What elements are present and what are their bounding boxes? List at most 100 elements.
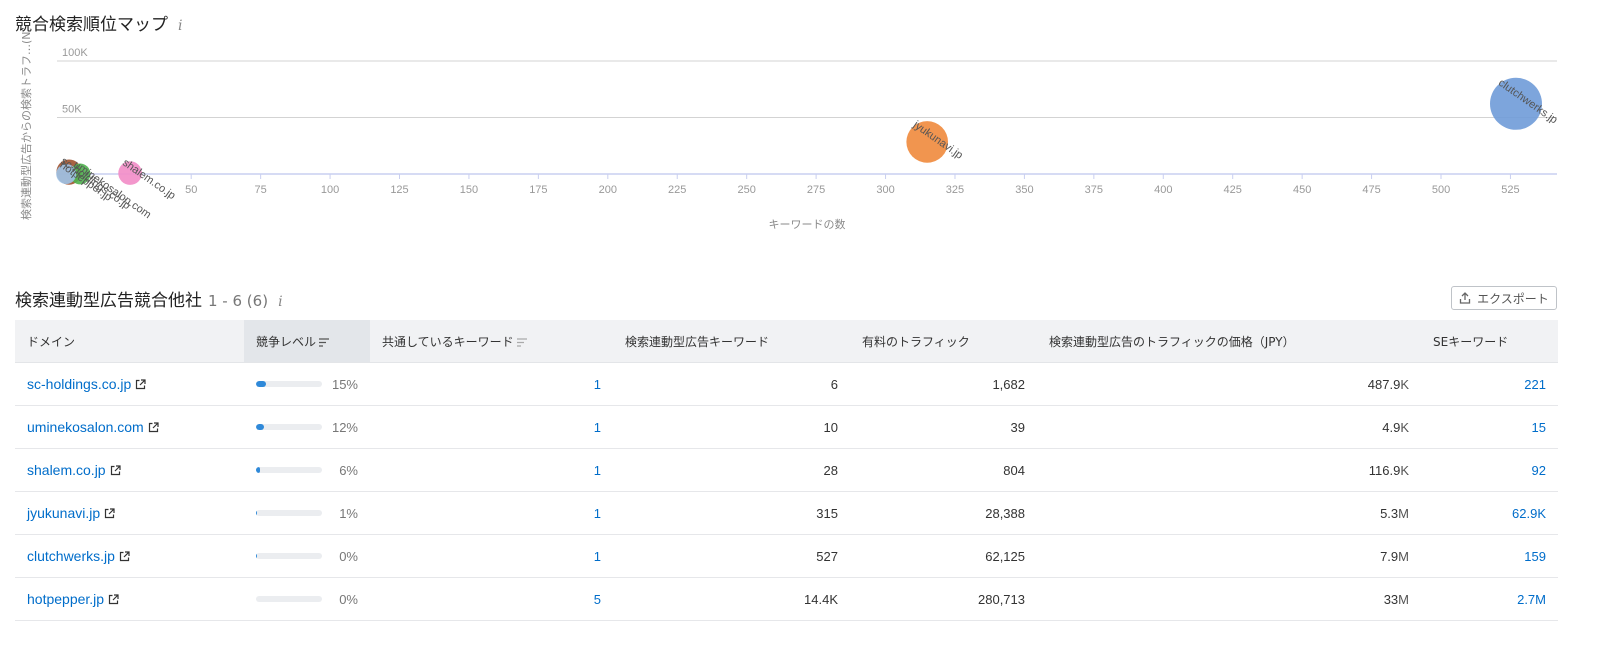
sort-icon <box>516 337 527 347</box>
competition-level-bar <box>256 596 322 602</box>
se-keywords-link[interactable]: 2.7M <box>1517 592 1546 607</box>
x-tick-label: 75 <box>255 184 267 196</box>
competition-level-fill <box>256 510 257 516</box>
competition-level-bar <box>256 510 322 516</box>
export-icon <box>1460 292 1471 304</box>
competition-level-cell: 6% <box>244 448 370 492</box>
common-keywords-link[interactable]: 1 <box>594 549 601 564</box>
competition-level-cell: 1% <box>244 491 370 535</box>
external-link-icon[interactable] <box>135 379 146 390</box>
table-title-text: 検索連動型広告競合他社 <box>15 291 202 311</box>
external-link-icon[interactable] <box>110 465 121 476</box>
se-keywords-link[interactable]: 62.9K <box>1512 506 1546 521</box>
competition-level-text: 1% <box>339 505 358 521</box>
domain-link[interactable]: hotpepper.jp <box>27 591 104 607</box>
table-row: sc-holdings.co.jp 15% 1 6 1,682 487.9K 2… <box>15 362 1558 406</box>
domain-cell: shalem.co.jp <box>15 448 244 492</box>
table-title: 検索連動型広告競合他社 1 - 6 (6) i <box>15 286 283 311</box>
column-header-competition-level[interactable]: 競争レベル <box>244 320 370 363</box>
competition-level-bar <box>256 424 322 430</box>
se-keywords-cell: 221 <box>1421 362 1558 406</box>
domain-link[interactable]: shalem.co.jp <box>27 462 106 478</box>
competition-level-fill <box>256 381 266 387</box>
x-tick-label: 100 <box>321 184 339 196</box>
domain-link[interactable]: jyukunavi.jp <box>27 505 100 521</box>
common-keywords-cell: 1 <box>370 362 613 406</box>
domain-link[interactable]: sc-holdings.co.jp <box>27 376 131 392</box>
domain-link[interactable]: clutchwerks.jp <box>27 548 115 564</box>
traffic-price-cell: 5.3M <box>1037 491 1421 535</box>
common-keywords-link[interactable]: 5 <box>594 592 601 607</box>
paid-traffic-cell: 804 <box>850 448 1037 492</box>
price-value: 7.9 <box>1380 548 1399 564</box>
common-keywords-cell: 1 <box>370 405 613 449</box>
se-keywords-cell: 15 <box>1421 405 1558 449</box>
paid-traffic-cell: 39 <box>850 405 1037 449</box>
price-unit: M <box>1398 591 1409 607</box>
result-count: 1 - 6 (6) <box>208 292 269 310</box>
x-tick-label: 525 <box>1501 184 1519 196</box>
domain-cell: sc-holdings.co.jp <box>15 362 244 406</box>
se-keywords-link[interactable]: 92 <box>1532 463 1546 478</box>
column-header-common-keywords[interactable]: 共通しているキーワード <box>370 320 613 363</box>
price-value: 116.9 <box>1368 462 1401 478</box>
x-tick-label: 175 <box>529 184 547 196</box>
external-link-icon[interactable] <box>148 422 159 433</box>
competition-level-cell: 12% <box>244 405 370 449</box>
x-tick-label: 375 <box>1085 184 1103 196</box>
table-row: shalem.co.jp 6% 1 28 804 116.9K 92 <box>15 448 1558 492</box>
external-link-icon[interactable] <box>108 594 119 605</box>
common-keywords-link[interactable]: 1 <box>594 463 601 478</box>
paid-traffic-cell: 62,125 <box>850 534 1037 578</box>
se-keywords-cell: 159 <box>1421 534 1558 578</box>
common-keywords-link[interactable]: 1 <box>594 377 601 392</box>
se-keywords-link[interactable]: 159 <box>1524 549 1546 564</box>
table-header-row: ドメイン 競争レベル 共通しているキーワード 検索連動型広告キーワード 有料のト… <box>15 320 1558 363</box>
column-header-traffic-price: 検索連動型広告のトラフィックの価格（JPY） <box>1037 320 1421 363</box>
sort-icon <box>319 337 330 347</box>
se-keywords-link[interactable]: 221 <box>1524 377 1546 392</box>
domain-link[interactable]: uminekosalon.com <box>27 419 144 435</box>
traffic-price-cell: 4.9K <box>1037 405 1421 449</box>
common-keywords-cell: 1 <box>370 448 613 492</box>
se-keywords-cell: 2.7M <box>1421 577 1558 621</box>
chart-bubbles: clutchwerks.jpjyukunavi.jpsc-holdings.co… <box>56 77 1560 221</box>
column-header-se-keywords: SEキーワード <box>1421 320 1558 363</box>
traffic-price-cell: 487.9K <box>1037 362 1421 406</box>
traffic-price-cell: 33M <box>1037 577 1421 621</box>
ads-keywords-cell: 14.4K <box>613 577 850 621</box>
x-tick-label: 50 <box>185 184 197 196</box>
external-link-icon[interactable] <box>104 508 115 519</box>
price-unit: K <box>1400 419 1409 435</box>
competitors-table: ドメイン 競争レベル 共通しているキーワード 検索連動型広告キーワード 有料のト… <box>15 320 1558 621</box>
traffic-price-cell: 7.9M <box>1037 534 1421 578</box>
competition-level-cell: 0% <box>244 534 370 578</box>
ads-keywords-cell: 10 <box>613 405 850 449</box>
export-button[interactable]: エクスポート <box>1451 286 1557 310</box>
x-tick-label: 450 <box>1293 184 1311 196</box>
domain-cell: clutchwerks.jp <box>15 534 244 578</box>
domain-cell: hotpepper.jp <box>15 577 244 621</box>
export-label: エクスポート <box>1477 291 1549 306</box>
table-row: jyukunavi.jp 1% 1 315 28,388 5.3M 62.9K <box>15 491 1558 535</box>
x-tick-label: 200 <box>599 184 617 196</box>
competition-level-fill <box>256 424 264 430</box>
common-keywords-link[interactable]: 1 <box>594 420 601 435</box>
external-link-icon[interactable] <box>119 551 130 562</box>
competitive-positioning-map: 100K 50K 50 75 100 125 150 175 200 225 250 275 300 32… <box>19 30 1560 231</box>
price-value: 5.3 <box>1380 505 1399 521</box>
competition-level-bar <box>256 553 322 559</box>
info-icon[interactable]: i <box>278 294 282 310</box>
x-tick-label: 325 <box>946 184 964 196</box>
x-tick-label: 150 <box>460 184 478 196</box>
ads-keywords-cell: 6 <box>613 362 850 406</box>
common-keywords-link[interactable]: 1 <box>594 506 601 521</box>
table-row: hotpepper.jp 0% 5 14.4K 280,713 33M 2.7M <box>15 577 1558 621</box>
competition-level-cell: 15% <box>244 362 370 406</box>
x-tick-label: 500 <box>1432 184 1450 196</box>
competition-level-text: 0% <box>339 548 358 564</box>
se-keywords-link[interactable]: 15 <box>1532 420 1546 435</box>
competition-level-text: 6% <box>339 462 358 478</box>
x-tick-label: 275 <box>807 184 825 196</box>
chart-grid <box>57 60 1557 175</box>
